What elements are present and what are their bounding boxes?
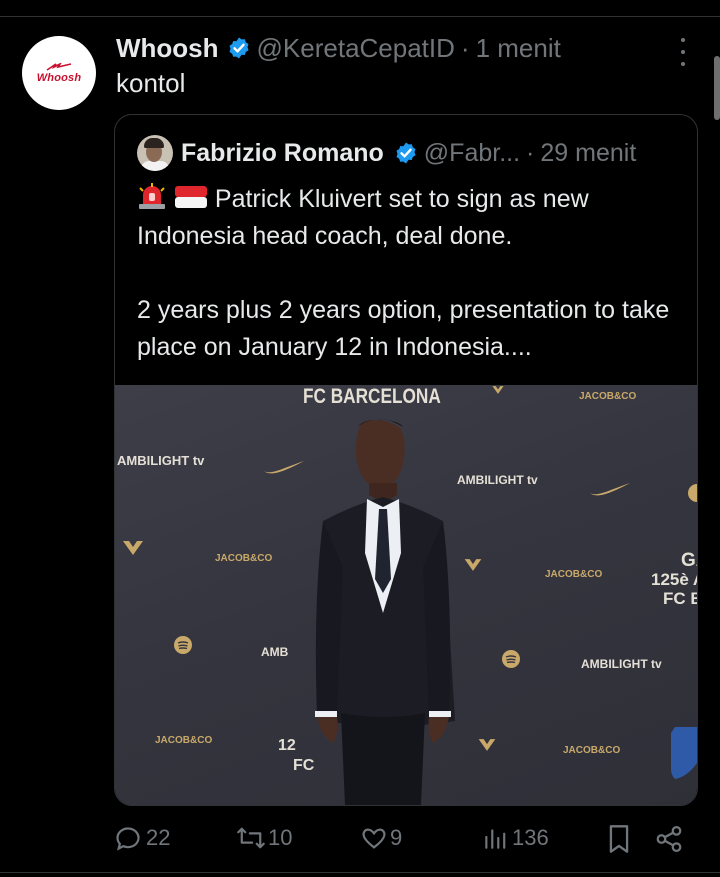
- backdrop-text-jacob-right: JACOB&CO: [545, 569, 603, 580]
- backdrop-text-anniversary-1: GA: [681, 550, 697, 571]
- author-handle[interactable]: @KeretaCepatID: [257, 33, 455, 64]
- quoted-author-name[interactable]: Fabrizio Romano: [181, 139, 384, 168]
- backdrop-text-anniversary-2: 125è AN: [651, 570, 697, 589]
- verified-badge-icon: [396, 142, 416, 164]
- spotify-logo-icon: [174, 636, 192, 654]
- backdrop-text-jacob-left: JACOB&CO: [215, 553, 273, 564]
- author-name[interactable]: Whoosh: [116, 33, 219, 64]
- tweet-time[interactable]: 1 menit: [476, 33, 561, 64]
- bottom-divider: [0, 872, 720, 873]
- avatar-logo-text: Whoosh: [36, 71, 82, 84]
- separator-dot: ·: [460, 32, 470, 63]
- quoted-text: Patrick Kluivert set to sign as new Indo…: [137, 181, 677, 366]
- separator-dot: ·: [526, 138, 535, 167]
- views-button[interactable]: 136: [482, 824, 549, 852]
- reply-button[interactable]: 22: [114, 824, 170, 852]
- backdrop-text-jacob-bottom-left: JACOB&CO: [155, 735, 213, 746]
- repost-count: 10: [268, 825, 293, 850]
- tweet-photo[interactable]: FC BARCELONA AMBILIGHT tv AMBILIGHT tv A…: [115, 385, 697, 805]
- tweet-text: kontol: [116, 68, 186, 98]
- tweet-header: Whoosh @KeretaCepatID · 1 menit: [116, 30, 561, 66]
- reply-icon: [116, 827, 140, 851]
- like-count: 9: [390, 825, 403, 850]
- quoted-avatar[interactable]: [137, 135, 173, 171]
- quoted-text-line2: 2 years plus 2 years option, presentatio…: [137, 296, 670, 361]
- share-button[interactable]: [654, 824, 684, 860]
- quoted-tweet[interactable]: Fabrizio Romano @Fabr... · 29 menit Patr…: [114, 114, 698, 806]
- backdrop-text-jacob-bottom-right: JACOB&CO: [563, 745, 621, 756]
- cupra-logo-icon: [123, 541, 143, 555]
- cupra-logo-icon: [492, 386, 504, 394]
- avatar[interactable]: Whoosh: [22, 36, 96, 110]
- repost-icon: [237, 827, 265, 849]
- views-chart-icon: [485, 829, 506, 849]
- whoosh-logo-icon: [46, 62, 72, 71]
- bookmark-icon: [609, 825, 629, 853]
- backdrop-text-jacob-top: JACOB&CO: [579, 391, 637, 402]
- quoted-header: Fabrizio Romano @Fabr... · 29 menit: [137, 135, 636, 171]
- backdrop-text-fcb: FC BARCELONA: [303, 385, 441, 408]
- more-dot: [681, 50, 685, 54]
- more-dot: [681, 38, 685, 42]
- heart-icon: [362, 828, 386, 849]
- backdrop-text-ambilight-left: AMBILIGHT tv: [117, 453, 205, 468]
- spotify-logo-icon: [502, 650, 520, 668]
- verified-badge-icon: [229, 37, 249, 59]
- more-dot: [681, 62, 685, 66]
- scrollbar[interactable]: [714, 56, 720, 120]
- like-button[interactable]: 9: [360, 824, 402, 852]
- bookmark-button[interactable]: [606, 824, 632, 860]
- backdrop-text-ambilight-right: AMBILIGHT tv: [581, 657, 662, 671]
- quoted-time[interactable]: 29 menit: [540, 139, 636, 168]
- siren-emoji-icon: [139, 183, 165, 209]
- repost-button[interactable]: 10: [236, 824, 292, 852]
- more-options-icon[interactable]: [672, 38, 694, 66]
- action-bar: 22 10 9 136: [0, 818, 720, 862]
- share-icon: [656, 826, 682, 852]
- club-crest-icon: [671, 727, 697, 779]
- spotify-logo-icon: [688, 484, 697, 502]
- quoted-author-handle[interactable]: @Fabr...: [424, 139, 520, 168]
- top-divider: [0, 16, 720, 17]
- nike-logo-icon: [590, 483, 630, 496]
- views-count: 136: [512, 825, 549, 850]
- reply-count: 22: [146, 825, 171, 850]
- indonesia-flag-emoji-icon: [174, 186, 207, 208]
- backdrop-text-anniversary-3: FC BA: [663, 589, 697, 608]
- person-photo-illustration: [315, 419, 455, 805]
